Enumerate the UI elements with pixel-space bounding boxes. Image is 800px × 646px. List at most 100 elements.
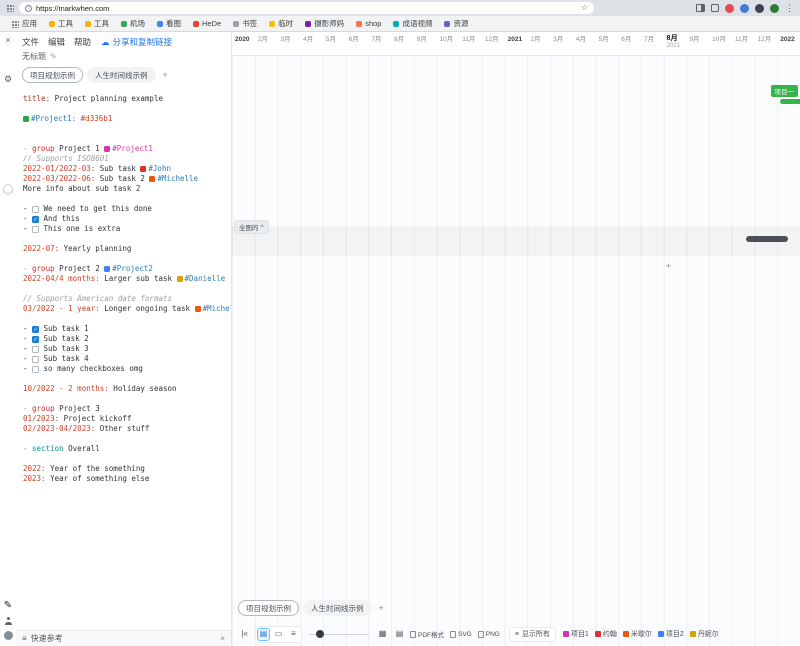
list-view-button[interactable]: ≡ [287, 628, 300, 641]
bookmark-item[interactable]: 应用 [6, 18, 42, 29]
code-line[interactable]: 2022-01/2022-03: Sub task #John [23, 164, 229, 174]
editor-tab[interactable]: 人生时间线示例 [87, 67, 156, 83]
bookmark-star-icon[interactable]: ☆ [581, 4, 588, 12]
settings-gear-icon[interactable]: ⚙ [4, 75, 12, 84]
checkbox[interactable] [32, 356, 39, 363]
bookmark-item[interactable]: 看图 [152, 18, 186, 29]
code-line[interactable] [23, 194, 229, 204]
code-line[interactable]: 10/2022 - 2 months: Holiday season [23, 384, 229, 394]
export-button[interactable]: PDF格式 [410, 629, 444, 639]
legend-item[interactable]: 丹妮尔 [690, 629, 719, 639]
user-icon[interactable] [4, 617, 12, 625]
extension-blue-icon[interactable] [740, 4, 749, 13]
code-line[interactable]: // Supports ISO8601 [23, 154, 229, 164]
code-line[interactable]: 03/2022 - 1 year: Longer ongoing task #M… [23, 304, 229, 314]
event-bar[interactable] [780, 99, 800, 104]
bookmark-item[interactable]: 工具 [44, 18, 78, 29]
code-line[interactable] [23, 314, 229, 324]
editor-tab[interactable]: 项目规划示例 [22, 67, 83, 83]
code-line[interactable] [23, 254, 229, 264]
legend-item[interactable]: 项目2 [658, 629, 684, 639]
code-line[interactable] [23, 124, 229, 134]
side-panel-icon[interactable] [696, 4, 705, 12]
code-line[interactable]: #Project1: #d336b1 [23, 114, 229, 124]
checkbox[interactable]: ✓ [32, 336, 39, 343]
bookmark-item[interactable]: 书签 [228, 18, 262, 29]
rename-pencil-icon[interactable]: ✎ [50, 52, 57, 61]
code-line[interactable]: 02/2023-04/2023: Other stuff [23, 424, 229, 434]
timeline-canvas[interactable]: 项目一 全图的 ^ + 项目规划示例人生时间线示例+ |« ▤ ▭ ≡ [232, 56, 800, 646]
checkbox[interactable] [32, 226, 39, 233]
collapsed-group-bar[interactable] [746, 236, 788, 242]
bookmark-item[interactable]: 成语视频 [388, 18, 437, 29]
checkbox[interactable] [32, 366, 39, 373]
code-line[interactable] [23, 374, 229, 384]
apps-grid-icon[interactable] [6, 4, 14, 12]
slider-knob[interactable] [316, 630, 324, 638]
code-line[interactable]: 2022-04/4 months: Larger sub task #Danie… [23, 274, 229, 284]
code-editor[interactable]: title: Project planning example #Project… [16, 87, 231, 630]
legend-item[interactable]: 约翰 [595, 629, 617, 639]
code-line[interactable]: - Sub task 3 [23, 344, 229, 354]
bookmark-item[interactable]: 工具 [80, 18, 114, 29]
code-line[interactable]: - This one is extra [23, 224, 229, 234]
bookmark-item[interactable]: 摄影师妈 [300, 18, 349, 29]
bookmark-item[interactable]: shop [351, 19, 386, 28]
code-line[interactable]: 2022-03/2022-06: Sub task 2 #Michelle [23, 174, 229, 184]
code-line[interactable] [23, 234, 229, 244]
export-button[interactable]: PNG [478, 631, 500, 638]
code-line[interactable]: - ✓ Sub task 2 [23, 334, 229, 344]
bookmark-item[interactable]: HeDe [188, 19, 226, 28]
event-tag-badge[interactable]: 项目一 [771, 85, 799, 97]
bookmark-item[interactable]: 临时 [264, 18, 298, 29]
code-line[interactable]: - ✓ Sub task 1 [23, 324, 229, 334]
bookmark-item[interactable]: 资源 [439, 18, 473, 29]
code-line[interactable]: - We need to get this done [23, 204, 229, 214]
menu-help[interactable]: 帮助 [74, 36, 91, 48]
bookmark-item[interactable]: 机场 [116, 18, 150, 29]
expand-group-button[interactable]: 全图的 ^ [234, 220, 269, 234]
profile-avatar-icon[interactable] [4, 631, 13, 640]
code-line[interactable]: More info about sub task 2 [23, 184, 229, 194]
close-quickref-icon[interactable]: × [220, 634, 225, 643]
grid-view-icon[interactable]: ▦ [376, 628, 389, 641]
extension-dark-icon[interactable] [755, 4, 764, 13]
code-line[interactable] [23, 104, 229, 114]
checkbox[interactable] [32, 346, 39, 353]
export-button[interactable]: SVG [450, 631, 472, 638]
code-line[interactable]: 2023: Year of something else [23, 474, 229, 484]
calendar-view-button[interactable]: ▭ [272, 628, 285, 641]
extensions-icon[interactable] [711, 4, 719, 12]
timeline-view-button[interactable]: ▤ [257, 628, 270, 641]
code-line[interactable]: - so many checkboxes omg [23, 364, 229, 374]
address-bar[interactable]: i https://markwhen.com ☆ [19, 2, 594, 14]
zoom-slider[interactable] [309, 628, 369, 640]
quick-reference-button[interactable]: ≡ 快速参考 [22, 633, 63, 644]
legend-item[interactable]: 项目1 [563, 629, 589, 639]
profile-avatar[interactable] [770, 4, 779, 13]
code-line[interactable]: 2022-07: Yearly planning [23, 244, 229, 254]
code-line[interactable]: title: Project planning example [23, 94, 229, 104]
legend-item[interactable]: 米歇尔 [623, 629, 652, 639]
close-icon[interactable]: × [5, 36, 10, 45]
timeline-new-tab-button[interactable]: + [376, 603, 387, 613]
code-line[interactable]: 01/2023: Project kickoff [23, 414, 229, 424]
code-line[interactable] [23, 434, 229, 444]
checkbox[interactable] [32, 206, 39, 213]
checkbox[interactable]: ✓ [32, 326, 39, 333]
menu-edit[interactable]: 编辑 [48, 36, 65, 48]
menu-file[interactable]: 文件 [22, 36, 39, 48]
code-line[interactable] [23, 454, 229, 464]
code-line[interactable]: - group Project 3 [23, 404, 229, 414]
chrome-menu-icon[interactable]: ⋮ [785, 4, 794, 13]
rows-view-icon[interactable]: ▤ [393, 628, 406, 641]
show-all-button[interactable]: ≡ 显示所有 [509, 627, 556, 642]
code-line[interactable]: - section Overall [23, 444, 229, 454]
code-line[interactable]: 2022: Year of the something [23, 464, 229, 474]
site-info-icon[interactable]: i [25, 5, 32, 12]
code-line[interactable] [23, 394, 229, 404]
drag-handle[interactable] [3, 184, 13, 194]
code-line[interactable]: // Supports American date formats [23, 294, 229, 304]
code-line[interactable] [23, 284, 229, 294]
share-link[interactable]: ☁ 分享和复制链接 [101, 36, 172, 48]
